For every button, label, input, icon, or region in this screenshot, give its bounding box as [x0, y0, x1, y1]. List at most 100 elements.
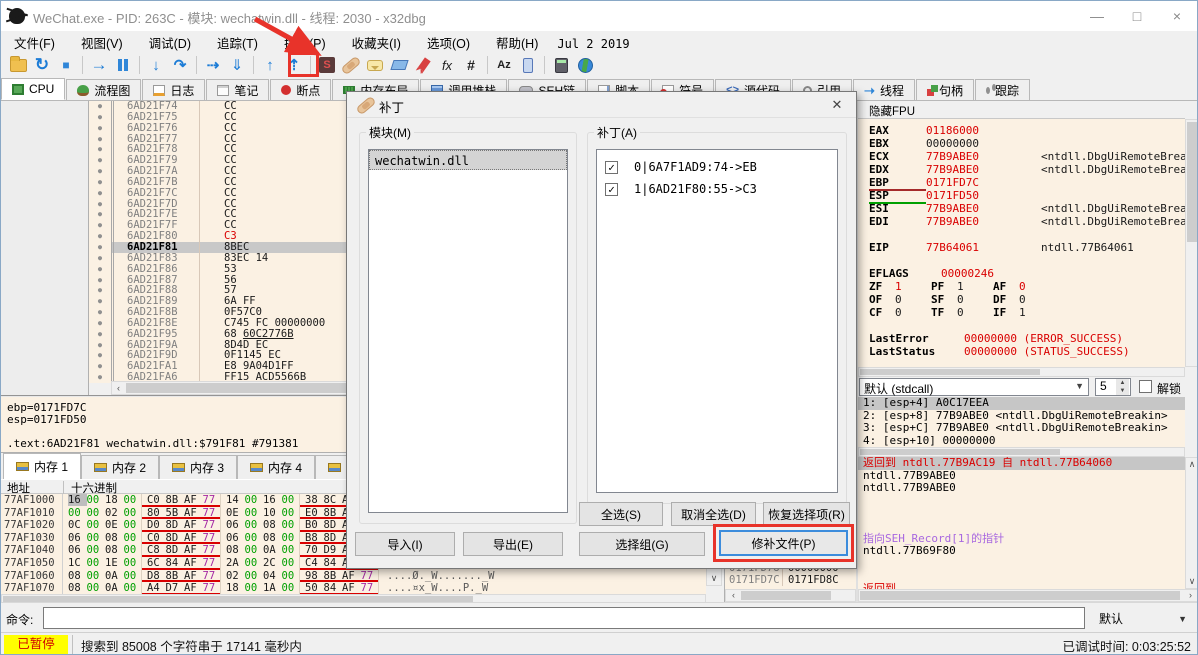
hide-fpu-button[interactable]: 隐藏FPU: [858, 101, 1185, 119]
deselect-all-button[interactable]: 取消全选(D): [671, 502, 756, 526]
patch-list[interactable]: ✓ 0|6A7F1AD9:74->EB ✓ 1|6AD21F80:55->C3: [596, 149, 838, 493]
memory-byte[interactable]: 0A: [105, 570, 124, 582]
argument-row[interactable]: 3: [esp+C] 77B9ABE0 <ntdll.DbgUiRemoteBr…: [858, 421, 1185, 435]
memory-byte[interactable]: 1E: [105, 557, 124, 569]
stack-comment-row[interactable]: 返回到 ntdll.77B9AC19 自 ntdll.77B64060: [858, 457, 1185, 470]
memory-byte[interactable]: 00: [282, 532, 301, 544]
module-list[interactable]: wechatwin.dll: [368, 149, 568, 513]
memory-byte[interactable]: 70: [305, 544, 324, 556]
memory-byte[interactable]: D9: [324, 544, 343, 556]
memory-byte[interactable]: 06: [68, 532, 87, 544]
memory-byte[interactable]: C0: [147, 494, 166, 506]
memory-byte[interactable]: 00: [245, 557, 264, 569]
comments-hscrollbar[interactable]: ›: [858, 589, 1197, 602]
bookmark-icon[interactable]: [411, 54, 435, 76]
breakpoint-dot-icon[interactable]: ●: [89, 263, 111, 275]
memory-byte[interactable]: D8: [147, 570, 166, 582]
run-to-cursor-icon[interactable]: ⇢: [201, 54, 225, 76]
globe-icon[interactable]: [573, 54, 597, 76]
memory-byte[interactable]: 00: [124, 557, 143, 569]
maximize-button[interactable]: □: [1117, 1, 1157, 31]
register-row[interactable]: ZF 1 PF 1 AF 0: [869, 280, 1185, 293]
comments-vscrollbar[interactable]: ∧ ∨: [1185, 457, 1197, 589]
memory-byte[interactable]: 00: [245, 532, 264, 544]
memory-byte[interactable]: 77: [203, 557, 222, 569]
memory-byte[interactable]: 00: [245, 582, 264, 594]
memory-byte[interactable]: 00: [87, 544, 106, 556]
breakpoint-dot-icon[interactable]: ●: [89, 252, 111, 264]
breakpoint-dot-icon[interactable]: ●: [89, 328, 111, 340]
register-row[interactable]: EDI 77B9ABE0 <ntdll.DbgUiRemoteBreakin>: [869, 215, 1185, 228]
memory-byte[interactable]: 02: [105, 507, 124, 519]
memory-byte[interactable]: 50: [305, 582, 324, 594]
module-list-item[interactable]: wechatwin.dll: [369, 150, 567, 170]
breakpoint-dot-icon[interactable]: ●: [89, 350, 111, 362]
argument-row[interactable]: 4: [esp+10] 00000000: [858, 434, 1185, 448]
import-button[interactable]: 导入(I): [355, 532, 455, 556]
memory-byte[interactable]: C0: [147, 532, 166, 544]
memory-byte[interactable]: 00: [87, 507, 106, 519]
memory-byte[interactable]: 2A: [226, 557, 245, 569]
memory-byte[interactable]: 77: [203, 582, 222, 594]
argument-row[interactable]: 1: [esp+4] A0C17EEA: [858, 397, 1185, 410]
register-row[interactable]: EAX 01186000: [869, 124, 1185, 137]
tab-笔记[interactable]: 笔记: [206, 79, 270, 100]
memory-byte[interactable]: 00: [282, 570, 301, 582]
execute-till-return-icon[interactable]: ↑: [258, 54, 282, 76]
memory-byte[interactable]: 16: [68, 494, 87, 507]
register-row[interactable]: [869, 228, 1185, 241]
memory-byte[interactable]: AF: [184, 519, 203, 531]
run-icon[interactable]: →: [87, 54, 111, 76]
memory-byte[interactable]: D7: [166, 582, 185, 594]
register-row[interactable]: LastError 00000000 (ERROR_SUCCESS): [869, 332, 1185, 345]
unlock-checkbox[interactable]: [1139, 380, 1152, 393]
memory-tab[interactable]: 内存 1: [3, 453, 82, 479]
stack-comment-row[interactable]: [858, 507, 1185, 520]
memory-byte[interactable]: 00: [245, 494, 264, 506]
memory-byte[interactable]: 08: [68, 582, 87, 594]
memory-byte[interactable]: 77: [361, 570, 380, 582]
patch-file-button[interactable]: 修补文件(P): [719, 530, 848, 556]
memory-byte[interactable]: 00: [282, 544, 301, 556]
select-all-button[interactable]: 全选(S): [579, 502, 663, 526]
command-input[interactable]: [43, 607, 1085, 629]
memory-byte[interactable]: 84: [324, 582, 343, 594]
registers-vscrollbar[interactable]: [1185, 119, 1197, 367]
memory-byte[interactable]: AF: [184, 582, 203, 594]
memory-byte[interactable]: 1A: [263, 582, 282, 594]
restart-icon[interactable]: ↻: [30, 54, 54, 76]
register-row[interactable]: EIP 77B64061 ntdll.77B64061: [869, 241, 1185, 254]
register-row[interactable]: [869, 319, 1185, 332]
step-into-icon[interactable]: ↓: [144, 54, 168, 76]
memory-byte[interactable]: 8D: [324, 532, 343, 544]
breakpoint-dot-icon[interactable]: ●: [89, 122, 111, 134]
breakpoint-dot-icon[interactable]: ●: [89, 317, 111, 329]
memory-byte[interactable]: 00: [87, 519, 106, 531]
breakpoint-dot-icon[interactable]: ●: [89, 372, 111, 383]
memory-byte[interactable]: 00: [282, 557, 301, 569]
memory-byte[interactable]: AF: [184, 570, 203, 582]
breakpoint-dot-icon[interactable]: ●: [89, 176, 111, 188]
register-row[interactable]: [869, 358, 1185, 367]
memory-byte[interactable]: 8D: [166, 519, 185, 531]
tab-cpu[interactable]: CPU: [1, 78, 66, 100]
memory-byte[interactable]: 00: [87, 494, 106, 506]
memory-byte[interactable]: 0E: [105, 519, 124, 531]
patch-checkbox[interactable]: ✓: [605, 160, 618, 174]
memory-byte[interactable]: 00: [245, 507, 264, 519]
memory-byte[interactable]: 00: [124, 507, 143, 519]
stack-comment-row[interactable]: ntdll.77B9ABE0: [858, 482, 1185, 495]
memory-byte[interactable]: C8: [147, 544, 166, 556]
register-row[interactable]: ESP 0171FD50: [869, 189, 1185, 204]
patch-list-item[interactable]: ✓ 0|6A7F1AD9:74->EB: [597, 156, 837, 178]
command-profile-select[interactable]: 默认 ▼: [1093, 607, 1193, 629]
register-row[interactable]: LastStatus 00000000 (STATUS_SUCCESS): [869, 345, 1185, 358]
memory-byte[interactable]: 00: [124, 570, 143, 582]
breakpoint-dot-icon[interactable]: ●: [89, 285, 111, 297]
memory-byte[interactable]: 10: [263, 507, 282, 519]
memory-byte[interactable]: A4: [147, 582, 166, 594]
memory-byte[interactable]: 08: [68, 570, 87, 582]
stack-comment-row[interactable]: [858, 570, 1185, 583]
memory-byte[interactable]: E0: [305, 507, 324, 519]
memory-byte[interactable]: 00: [124, 582, 143, 594]
